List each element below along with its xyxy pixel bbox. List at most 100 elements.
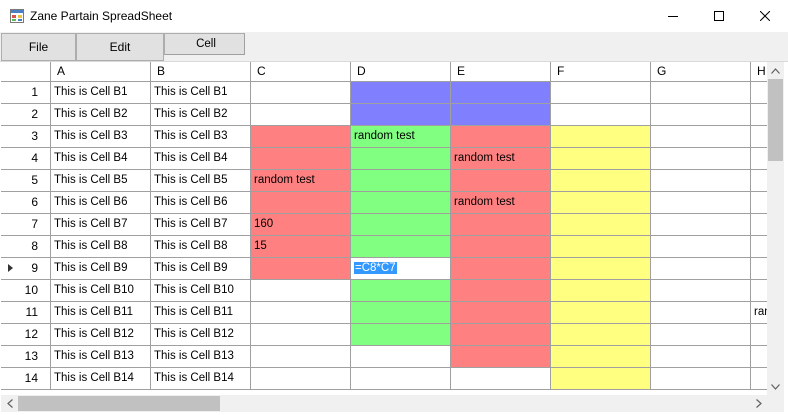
cell-g11[interactable] xyxy=(651,302,751,324)
title-bar[interactable]: Zane Partain SpreadSheet xyxy=(0,0,788,32)
scroll-left-button[interactable] xyxy=(1,395,18,412)
row-header-5[interactable]: 5 xyxy=(1,170,51,192)
cell-g3[interactable] xyxy=(651,126,751,148)
cell-h12[interactable] xyxy=(751,324,767,346)
column-header-f[interactable]: F xyxy=(551,62,651,82)
cell-a9[interactable]: This is Cell B9 xyxy=(51,258,151,280)
column-header-d[interactable]: D xyxy=(351,62,451,82)
cell-c6[interactable] xyxy=(251,192,351,214)
cell-f13[interactable] xyxy=(551,346,651,368)
row-header-13[interactable]: 13 xyxy=(1,346,51,368)
cell-g13[interactable] xyxy=(651,346,751,368)
cell-a13[interactable]: This is Cell B13 xyxy=(51,346,151,368)
cell-f14[interactable] xyxy=(551,368,651,390)
column-header-g[interactable]: G xyxy=(651,62,751,82)
grid-corner-header[interactable] xyxy=(1,62,51,82)
cell-f3[interactable] xyxy=(551,126,651,148)
cell-b13[interactable]: This is Cell B13 xyxy=(151,346,251,368)
scroll-up-button[interactable] xyxy=(767,62,784,79)
spreadsheet-grid[interactable]: A B C D E F G H 1 This is Cell B1 This is Cell B1 2… xyxy=(1,62,767,395)
cell-c14[interactable] xyxy=(251,368,351,390)
cell-h9[interactable] xyxy=(751,258,767,280)
cell-edit-text[interactable]: =C8*C7 xyxy=(354,262,397,274)
cell-g2[interactable] xyxy=(651,104,751,126)
cell-d11[interactable] xyxy=(351,302,451,324)
cell-a5[interactable]: This is Cell B5 xyxy=(51,170,151,192)
cell-c4[interactable] xyxy=(251,148,351,170)
cell-a12[interactable]: This is Cell B12 xyxy=(51,324,151,346)
cell-a1[interactable]: This is Cell B1 xyxy=(51,82,151,104)
cell-a7[interactable]: This is Cell B7 xyxy=(51,214,151,236)
column-header-c[interactable]: C xyxy=(251,62,351,82)
row-header-2[interactable]: 2 xyxy=(1,104,51,126)
cell-f12[interactable] xyxy=(551,324,651,346)
scroll-right-button[interactable] xyxy=(750,395,767,412)
cell-b5[interactable]: This is Cell B5 xyxy=(151,170,251,192)
cell-d9[interactable]: =C8*C7 xyxy=(351,258,451,280)
close-button[interactable] xyxy=(742,0,788,32)
cell-f11[interactable] xyxy=(551,302,651,324)
cell-g9[interactable] xyxy=(651,258,751,280)
cell-g5[interactable] xyxy=(651,170,751,192)
cell-e10[interactable] xyxy=(451,280,551,302)
cell-d14[interactable] xyxy=(351,368,451,390)
cell-e3[interactable] xyxy=(451,126,551,148)
cell-a6[interactable]: This is Cell B6 xyxy=(51,192,151,214)
cell-f7[interactable] xyxy=(551,214,651,236)
cell-d1[interactable] xyxy=(351,82,451,104)
cell-e8[interactable] xyxy=(451,236,551,258)
cell-h14[interactable] xyxy=(751,368,767,390)
cell-e7[interactable] xyxy=(451,214,551,236)
cell-f2[interactable] xyxy=(551,104,651,126)
cell-f6[interactable] xyxy=(551,192,651,214)
cell-h5[interactable] xyxy=(751,170,767,192)
cell-g14[interactable] xyxy=(651,368,751,390)
row-header-3[interactable]: 3 xyxy=(1,126,51,148)
column-header-b[interactable]: B xyxy=(151,62,251,82)
row-header-9[interactable]: 9 xyxy=(1,258,51,280)
vertical-scrollbar[interactable] xyxy=(767,62,784,395)
cell-d10[interactable] xyxy=(351,280,451,302)
row-header-8[interactable]: 8 xyxy=(1,236,51,258)
file-menu-button[interactable]: File xyxy=(1,33,76,61)
maximize-button[interactable] xyxy=(696,0,742,32)
cell-c3[interactable] xyxy=(251,126,351,148)
cell-d2[interactable] xyxy=(351,104,451,126)
cell-e9[interactable] xyxy=(451,258,551,280)
cell-h3[interactable] xyxy=(751,126,767,148)
cell-e5[interactable] xyxy=(451,170,551,192)
scroll-down-button[interactable] xyxy=(767,378,784,395)
row-header-14[interactable]: 14 xyxy=(1,368,51,390)
cell-e1[interactable] xyxy=(451,82,551,104)
cell-e11[interactable] xyxy=(451,302,551,324)
row-header-12[interactable]: 12 xyxy=(1,324,51,346)
cell-f9[interactable] xyxy=(551,258,651,280)
cell-b3[interactable]: This is Cell B3 xyxy=(151,126,251,148)
cell-e4[interactable]: random test xyxy=(451,148,551,170)
row-header-11[interactable]: 11 xyxy=(1,302,51,324)
cell-c13[interactable] xyxy=(251,346,351,368)
cell-g4[interactable] xyxy=(651,148,751,170)
cell-c1[interactable] xyxy=(251,82,351,104)
cell-d12[interactable] xyxy=(351,324,451,346)
cell-a3[interactable]: This is Cell B3 xyxy=(51,126,151,148)
cell-c9[interactable] xyxy=(251,258,351,280)
cell-h2[interactable] xyxy=(751,104,767,126)
minimize-button[interactable] xyxy=(650,0,696,32)
cell-a11[interactable]: This is Cell B11 xyxy=(51,302,151,324)
cell-c10[interactable] xyxy=(251,280,351,302)
cell-d6[interactable] xyxy=(351,192,451,214)
cell-c8[interactable]: 15 xyxy=(251,236,351,258)
cell-d5[interactable] xyxy=(351,170,451,192)
cell-h8[interactable] xyxy=(751,236,767,258)
vertical-scroll-thumb[interactable] xyxy=(768,79,783,161)
cell-f10[interactable] xyxy=(551,280,651,302)
cell-b1[interactable]: This is Cell B1 xyxy=(151,82,251,104)
cell-b4[interactable]: This is Cell B4 xyxy=(151,148,251,170)
cell-f4[interactable] xyxy=(551,148,651,170)
cell-g10[interactable] xyxy=(651,280,751,302)
cell-d3[interactable]: random test xyxy=(351,126,451,148)
cell-c2[interactable] xyxy=(251,104,351,126)
cell-g12[interactable] xyxy=(651,324,751,346)
cell-h10[interactable] xyxy=(751,280,767,302)
